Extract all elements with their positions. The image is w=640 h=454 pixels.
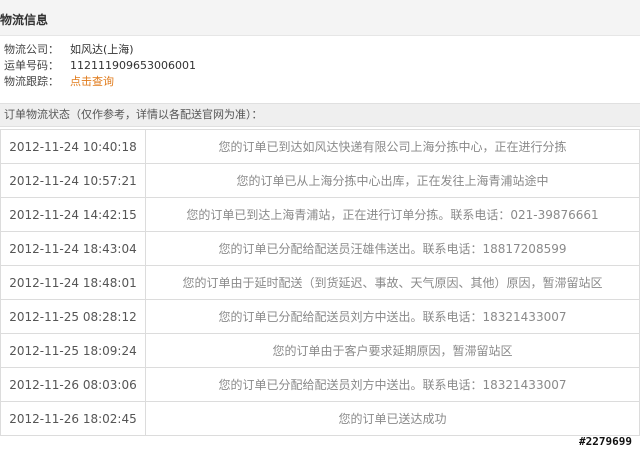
log-time: 2012-11-24 10:40:18 bbox=[0, 129, 146, 164]
tracking-label: 物流跟踪： bbox=[4, 75, 59, 88]
log-time: 2012-11-24 18:48:01 bbox=[0, 265, 146, 300]
section-title: 物流信息 bbox=[0, 13, 49, 27]
log-description: 您的订单由于客户要求延期原因，暂滞留站区 bbox=[145, 333, 640, 368]
info-row-company: 物流公司： 如风达(上海) bbox=[4, 42, 196, 58]
waybill-label: 运单号码： bbox=[4, 59, 59, 72]
table-row: 2012-11-24 18:48:01 您的订单由于延时配送（到货延迟、事故、天气… bbox=[0, 265, 640, 300]
status-heading: 订单物流状态（仅作参考，详情以各配送官网为准）： bbox=[0, 103, 640, 127]
log-time: 2012-11-25 08:28:12 bbox=[0, 299, 146, 334]
table-row: 2012-11-26 08:03:06 您的订单已分配给配送员刘方中送出。联系电话… bbox=[0, 367, 640, 402]
company-label: 物流公司： bbox=[4, 43, 59, 56]
log-description: 您的订单已到达上海青浦站，正在进行订单分拣。联系电话：021-39876661 bbox=[145, 197, 640, 232]
table-row: 2012-11-25 08:28:12 您的订单已分配给配送员刘方中送出。联系电话… bbox=[0, 299, 640, 334]
log-description: 您的订单已分配给配送员汪雄伟送出。联系电话：18817208599 bbox=[145, 231, 640, 266]
section-header: 物流信息 bbox=[0, 0, 640, 36]
log-description: 您的订单已送达成功 bbox=[145, 401, 640, 436]
waybill-value: 112111909653006001 bbox=[70, 59, 196, 72]
table-row: 2012-11-24 18:43:04 您的订单已分配给配送员汪雄伟送出。联系电话… bbox=[0, 231, 640, 266]
log-time: 2012-11-24 10:57:21 bbox=[0, 163, 146, 198]
log-time: 2012-11-24 18:43:04 bbox=[0, 231, 146, 266]
table-row: 2012-11-24 10:40:18 您的订单已到达如风达快递有限公司上海分拣中… bbox=[0, 129, 640, 164]
table-row: 2012-11-26 18:02:45 您的订单已送达成功 bbox=[0, 401, 640, 436]
info-row-tracking: 物流跟踪： 点击查询 bbox=[4, 74, 196, 90]
tracking-query-link[interactable]: 点击查询 bbox=[70, 74, 114, 90]
log-time: 2012-11-26 18:02:45 bbox=[0, 401, 146, 436]
log-description: 您的订单已分配给配送员刘方中送出。联系电话：18321433007 bbox=[145, 299, 640, 334]
watermark-id: #2279699 bbox=[579, 435, 632, 448]
table-row: 2012-11-24 14:42:15 您的订单已到达上海青浦站，正在进行订单分拣… bbox=[0, 197, 640, 232]
table-row: 2012-11-25 18:09:24 您的订单由于客户要求延期原因，暂滞留站区 bbox=[0, 333, 640, 368]
company-value: 如风达(上海) bbox=[70, 43, 134, 56]
info-row-waybill: 运单号码： 112111909653006001 bbox=[4, 58, 196, 74]
table-row: 2012-11-24 10:57:21 您的订单已从上海分拣中心出库，正在发往上海… bbox=[0, 163, 640, 198]
log-description: 您的订单由于延时配送（到货延迟、事故、天气原因、其他）原因，暂滞留站区 bbox=[145, 265, 640, 300]
log-time: 2012-11-24 14:42:15 bbox=[0, 197, 146, 232]
log-description: 您的订单已从上海分拣中心出库，正在发往上海青浦站途中 bbox=[145, 163, 640, 198]
log-description: 您的订单已到达如风达快递有限公司上海分拣中心，正在进行分拣 bbox=[145, 129, 640, 164]
log-description: 您的订单已分配给配送员刘方中送出。联系电话：18321433007 bbox=[145, 367, 640, 402]
tracking-log-table: 2012-11-24 10:40:18 您的订单已到达如风达快递有限公司上海分拣中… bbox=[0, 129, 640, 436]
shipment-info: 物流公司： 如风达(上海) 运单号码： 112111909653006001 物… bbox=[4, 42, 196, 90]
log-time: 2012-11-25 18:09:24 bbox=[0, 333, 146, 368]
log-time: 2012-11-26 08:03:06 bbox=[0, 367, 146, 402]
